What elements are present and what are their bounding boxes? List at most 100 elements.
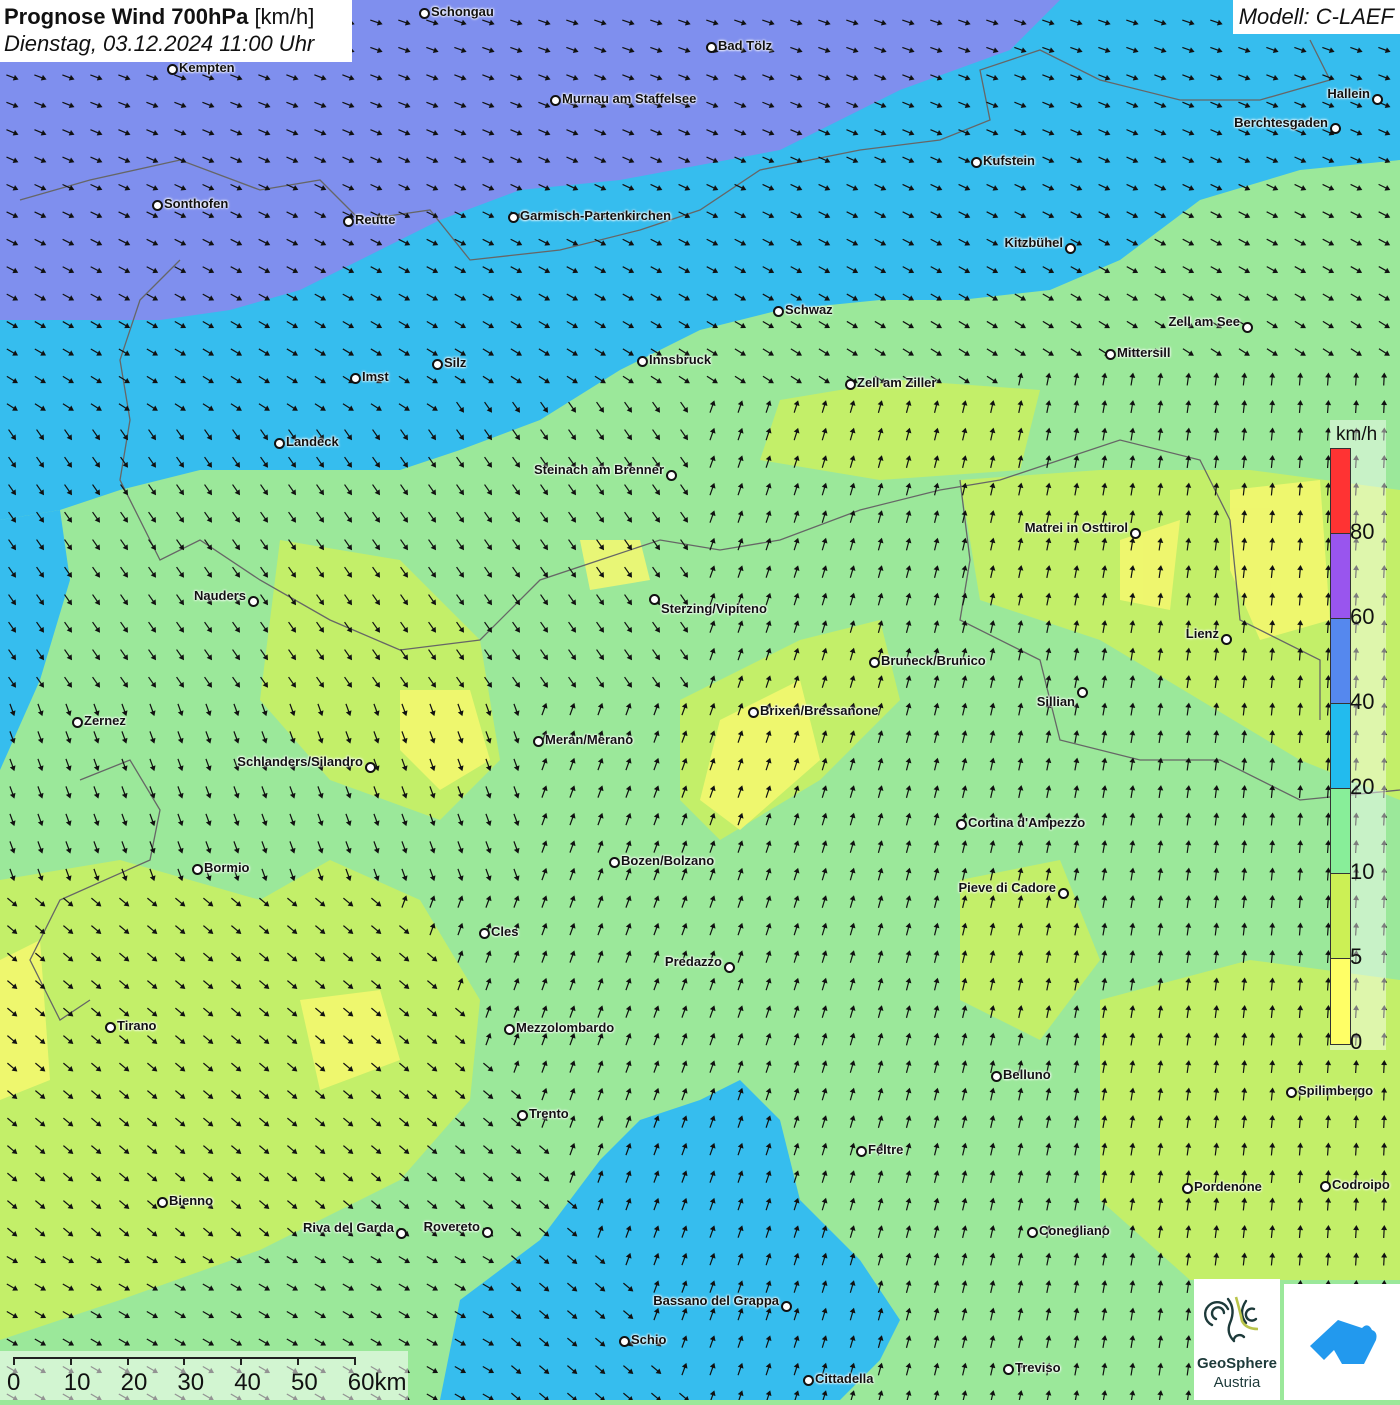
map-title: Prognose Wind 700hPa <box>4 4 248 29</box>
city-dot-icon <box>192 864 203 875</box>
scale-label: 10 <box>64 1369 91 1397</box>
city-name: Pieve di Cadore <box>958 880 1056 895</box>
city-name: Codroipo <box>1332 1177 1390 1192</box>
city-name: Zernez <box>84 713 126 728</box>
city-dot-icon <box>396 1228 407 1239</box>
legend-swatch <box>1331 619 1350 704</box>
scale-tick <box>13 1357 15 1365</box>
city-name: Riva del Garda <box>303 1220 394 1235</box>
city-dot-icon <box>956 819 967 830</box>
city-name: Cles <box>491 924 518 939</box>
city-name: Predazzo <box>665 954 722 969</box>
city-dot-icon <box>706 42 717 53</box>
city-name: Nauders <box>194 588 246 603</box>
city-name: Steinach am Brenner <box>534 462 664 477</box>
city-name: Bad Tölz <box>718 38 772 53</box>
city-dot-icon <box>343 216 354 227</box>
city-name: Garmisch-Partenkirchen <box>520 208 671 223</box>
legend-swatch <box>1331 789 1350 874</box>
city-dot-icon <box>869 657 880 668</box>
city-name: Pordenone <box>1194 1179 1262 1194</box>
city-name: Sillian <box>1037 694 1075 709</box>
legend-tick-label: 20 <box>1350 774 1374 800</box>
city-name: Landeck <box>286 434 339 449</box>
city-dot-icon <box>856 1146 867 1157</box>
city-name: Mittersill <box>1117 345 1170 360</box>
model-label: Modell: C-LAEF <box>1233 0 1400 34</box>
city-name: Rovereto <box>424 1219 480 1234</box>
city-dot-icon <box>550 95 561 106</box>
city-dot-icon <box>1286 1087 1297 1098</box>
scale-bar: 0102030405060km <box>0 1351 408 1400</box>
city-name: Kitzbühel <box>1005 235 1064 250</box>
city-dot-icon <box>504 1024 515 1035</box>
city-name: Schwaz <box>785 302 833 317</box>
city-dot-icon <box>72 717 83 728</box>
legend-swatch <box>1331 704 1350 789</box>
city-dot-icon <box>748 707 759 718</box>
title-box: Prognose Wind 700hPa [km/h] Dienstag, 03… <box>0 0 352 62</box>
partner-logo[interactable] <box>1284 1284 1400 1400</box>
city-name: Trento <box>529 1106 569 1121</box>
city-name: Schongau <box>431 4 494 19</box>
city-name: Mezzolombardo <box>516 1020 614 1035</box>
city-name: Bormio <box>204 860 250 875</box>
city-dot-icon <box>666 470 677 481</box>
city-dot-icon <box>479 928 490 939</box>
city-name: Berchtesgaden <box>1234 115 1328 130</box>
city-dot-icon <box>609 857 620 868</box>
legend-tick-label: 40 <box>1350 689 1374 715</box>
city-dot-icon <box>482 1227 493 1238</box>
map-unit: [km/h] <box>254 4 314 29</box>
legend-unit: km/h <box>1336 424 1377 446</box>
city-dot-icon <box>637 356 648 367</box>
city-name: Bassano del Grappa <box>653 1293 779 1308</box>
city-dot-icon <box>105 1022 116 1033</box>
city-dot-icon <box>649 594 660 605</box>
city-dot-icon <box>517 1110 528 1121</box>
city-dot-icon <box>157 1197 168 1208</box>
city-dot-icon <box>1058 888 1069 899</box>
legend-tick-label: 0 <box>1350 1029 1362 1055</box>
city-dot-icon <box>1221 634 1232 645</box>
scale-label: 60km <box>348 1369 407 1397</box>
legend-swatch <box>1331 959 1350 1044</box>
city-dot-icon <box>1105 349 1116 360</box>
city-dot-icon <box>781 1301 792 1312</box>
city-dot-icon <box>1130 528 1141 539</box>
city-dot-icon <box>991 1071 1002 1082</box>
city-name: Lienz <box>1186 626 1219 641</box>
city-name: Conegliano <box>1039 1223 1110 1238</box>
city-dot-icon <box>432 359 443 370</box>
city-dot-icon <box>619 1336 630 1347</box>
legend-tick-label: 5 <box>1350 944 1362 970</box>
city-dot-icon <box>365 762 376 773</box>
city-dot-icon <box>167 64 178 75</box>
city-name: Zell am See <box>1168 314 1240 329</box>
legend-colorbar <box>1330 448 1351 1045</box>
city-name: Zell am Ziller <box>857 375 936 390</box>
city-name: Belluno <box>1003 1067 1051 1082</box>
scale-tick <box>354 1357 356 1365</box>
city-dot-icon <box>1320 1181 1331 1192</box>
city-dot-icon <box>773 306 784 317</box>
city-name: Sonthofen <box>164 196 228 211</box>
legend-swatch <box>1331 874 1350 959</box>
city-dot-icon <box>350 373 361 384</box>
city-dot-icon <box>845 379 856 390</box>
city-name: Spilimbergo <box>1298 1083 1373 1098</box>
city-name: Hallein <box>1327 86 1370 101</box>
city-dot-icon <box>1182 1183 1193 1194</box>
city-name: Brixen/Bressanone <box>760 703 879 718</box>
city-dot-icon <box>419 8 430 19</box>
forecast-datetime: Dienstag, 03.12.2024 11:00 Uhr <box>4 31 348 57</box>
scale-label: 50 <box>291 1369 318 1397</box>
city-dot-icon <box>1330 123 1341 134</box>
city-name: Sterzing/Vipiteno <box>661 601 767 616</box>
geosphere-austria-logo[interactable]: GeoSphere Austria <box>1194 1279 1280 1400</box>
scale-tick <box>183 1357 185 1365</box>
city-name: Bruneck/Brunico <box>881 653 986 668</box>
city-name: Kufstein <box>983 153 1035 168</box>
city-name: Cortina d'Ampezzo <box>968 815 1085 830</box>
city-name: Treviso <box>1015 1360 1061 1375</box>
